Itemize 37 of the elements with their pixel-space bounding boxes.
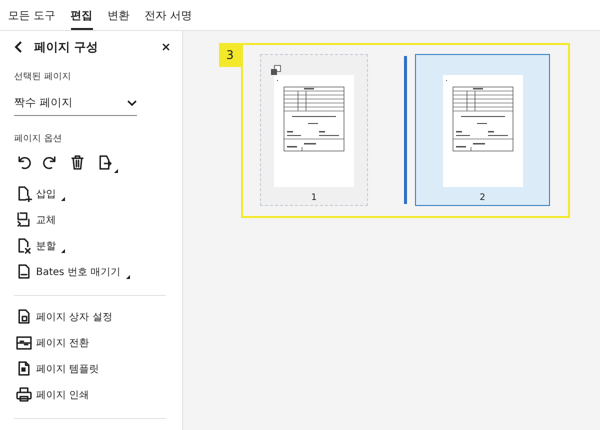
- numbered-page-icon: [16, 264, 32, 280]
- page-split-icon: [16, 238, 32, 254]
- page-card[interactable]: 1: [260, 54, 368, 206]
- close-icon[interactable]: [162, 43, 170, 51]
- field-label: 선택된 페이지: [14, 71, 72, 83]
- section-label: 페이지 옵션: [14, 133, 63, 145]
- menu-item[interactable]: 삽입: [16, 185, 65, 203]
- page-replace-icon: [16, 212, 32, 228]
- tab[interactable]: 모든 도구: [8, 0, 56, 30]
- tab[interactable]: 전자 서명: [144, 0, 192, 30]
- tab[interactable]: 변환: [108, 0, 130, 30]
- panel-title: 페이지 구성: [34, 38, 100, 56]
- count-badge: 3: [219, 43, 241, 67]
- menu-item[interactable]: 분할: [16, 237, 65, 255]
- page-transition-icon: [16, 335, 32, 351]
- back-icon[interactable]: [14, 41, 24, 53]
- toolbar-button[interactable]: [97, 155, 115, 173]
- page-number: 1: [311, 193, 317, 203]
- menu-item[interactable]: 페이지 템플릿: [16, 360, 100, 378]
- page-template-icon: [16, 361, 32, 377]
- copy-icon[interactable]: [271, 65, 281, 75]
- delete-icon: [70, 155, 86, 171]
- menu-item[interactable]: 페이지 전환: [16, 334, 90, 352]
- chevron-down-icon: [127, 100, 137, 106]
- page-add-icon: [16, 186, 32, 202]
- rotate-left-icon: [16, 155, 32, 171]
- page-box-icon: [16, 309, 32, 325]
- tab[interactable]: 편집: [70, 0, 92, 30]
- page-select[interactable]: 짝수 페이지: [14, 83, 137, 116]
- page-number: 2: [480, 193, 486, 203]
- menu-item[interactable]: 페이지 상자 설정: [16, 308, 112, 326]
- menu-item[interactable]: 페이지 인쇄: [16, 386, 90, 404]
- menu-item[interactable]: Bates 번호 매기기: [16, 263, 130, 281]
- menu-item[interactable]: 교체: [16, 211, 56, 229]
- page-card[interactable]: 2: [415, 54, 550, 206]
- page-export-icon: [97, 155, 113, 171]
- print-icon: [16, 387, 32, 403]
